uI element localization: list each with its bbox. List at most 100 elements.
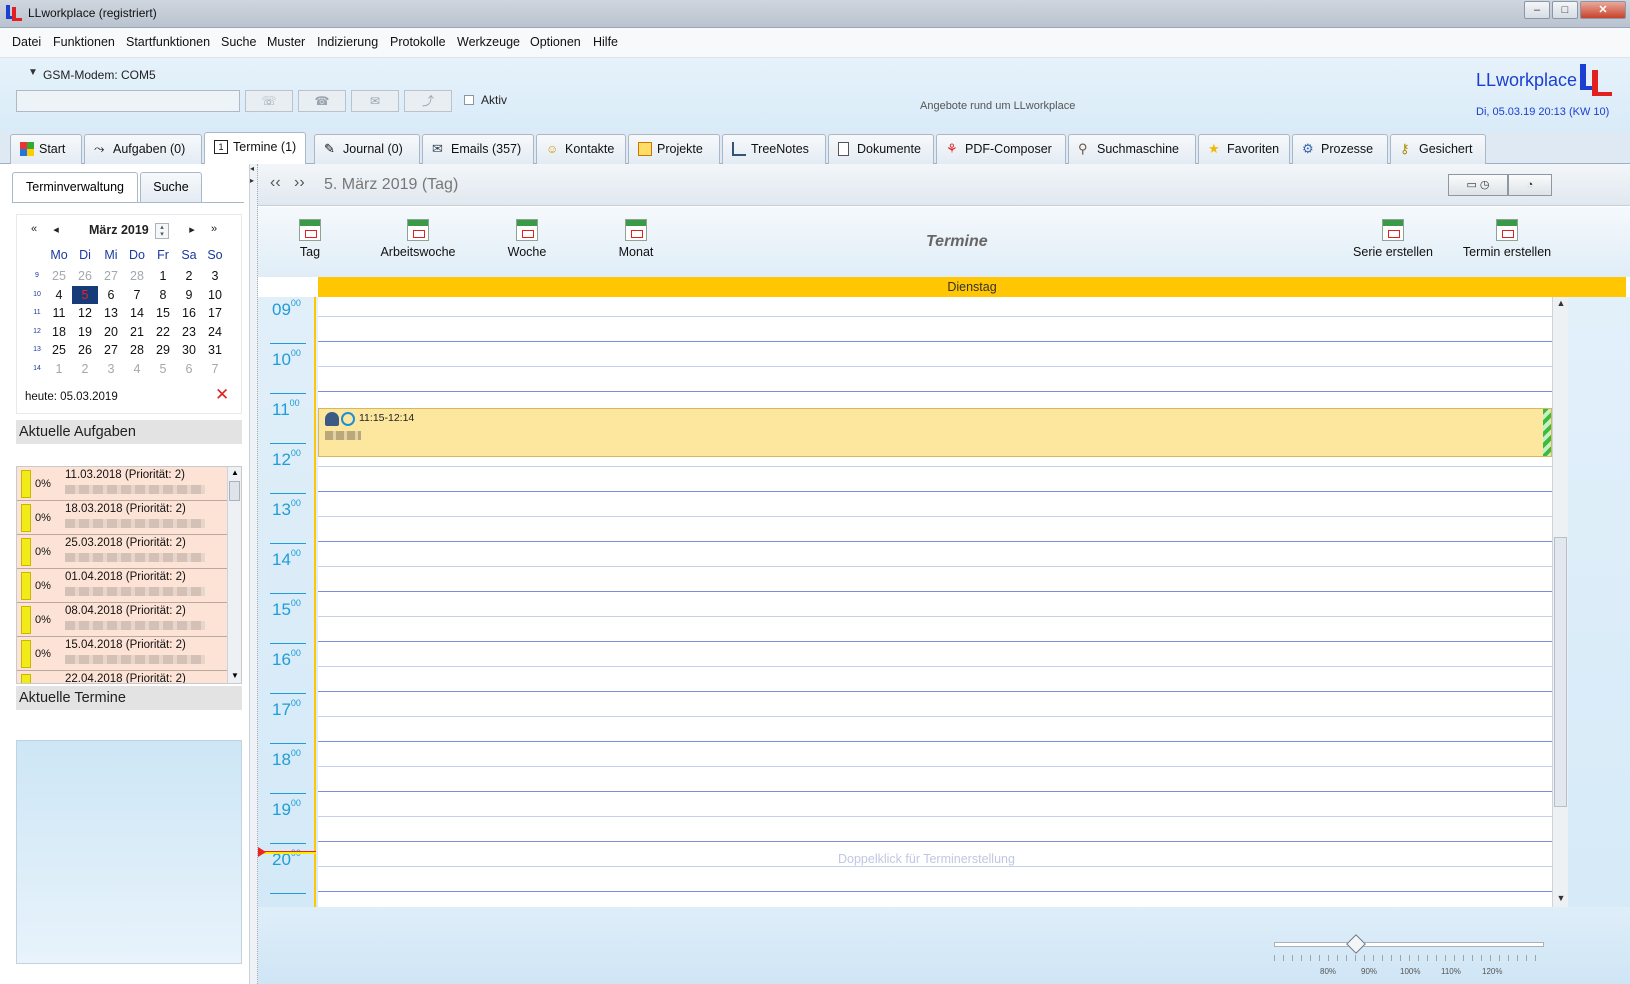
tab-emails[interactable]: ✉ Emails (357) bbox=[422, 134, 534, 164]
next-month-button[interactable]: ▸ bbox=[185, 223, 199, 236]
menu-startfunktionen[interactable]: Startfunktionen bbox=[126, 35, 210, 49]
menu-suche[interactable]: Suche bbox=[221, 35, 256, 49]
create-appointment-button[interactable]: Termin erstellen bbox=[1452, 219, 1562, 259]
calendar-day[interactable]: 8 bbox=[150, 286, 176, 304]
grid-scroll-thumb[interactable] bbox=[1554, 537, 1567, 807]
aktiv-checkbox[interactable] bbox=[464, 95, 474, 105]
menu-protokolle[interactable]: Protokolle bbox=[390, 35, 446, 49]
prev-month-button[interactable]: ◂ bbox=[49, 223, 63, 236]
task-row[interactable]: 0% 15.04.2018 (Priorität: 2) bbox=[17, 637, 227, 671]
week-number[interactable]: 12 bbox=[31, 328, 43, 335]
task-row[interactable]: 0% 18.03.2018 (Priorität: 2) bbox=[17, 501, 227, 535]
dial-button[interactable]: ☏ bbox=[245, 90, 293, 112]
hangup-button[interactable]: ☎ bbox=[298, 90, 346, 112]
calendar-day[interactable]: 19 bbox=[72, 323, 98, 341]
reminder-button[interactable]: ▭ ◷ bbox=[1448, 174, 1508, 196]
scroll-up-icon[interactable]: ▲ bbox=[1555, 298, 1567, 308]
calendar-day[interactable]: 6 bbox=[176, 360, 202, 378]
calendar-day[interactable]: 24 bbox=[202, 323, 228, 341]
calendar-day[interactable]: 5 bbox=[150, 360, 176, 378]
calendar-day[interactable]: 28 bbox=[124, 267, 150, 285]
calendar-day[interactable]: 12 bbox=[72, 304, 98, 322]
gsm-modem-label[interactable]: GSM-Modem: COM5 bbox=[43, 68, 156, 82]
tab-prozesse[interactable]: ⚙ Prozesse bbox=[1292, 134, 1388, 164]
calendar-day[interactable]: 30 bbox=[176, 341, 202, 359]
task-row[interactable]: 0% 08.04.2018 (Priorität: 2) bbox=[17, 603, 227, 637]
calendar-day[interactable]: 26 bbox=[72, 267, 98, 285]
tab-projekte[interactable]: Projekte bbox=[628, 134, 720, 164]
calendar-day[interactable]: 26 bbox=[72, 341, 98, 359]
calendar-day[interactable]: 3 bbox=[202, 267, 228, 285]
appointment-event[interactable]: 11:15-12:14 bbox=[318, 408, 1552, 457]
zoom-slider-thumb[interactable] bbox=[1346, 934, 1366, 954]
tagline-link[interactable]: Angebote rund um LLworkplace bbox=[920, 100, 1075, 112]
grid-scrollbar[interactable]: ▲ ▼ bbox=[1552, 297, 1568, 907]
calendar-day[interactable]: 7 bbox=[202, 360, 228, 378]
calendar-day[interactable]: 6 bbox=[98, 286, 124, 304]
history-button[interactable]: ◔ bbox=[1508, 174, 1552, 196]
week-number[interactable]: 13 bbox=[31, 346, 43, 353]
panel-splitter[interactable]: ◂ ▸ bbox=[250, 164, 258, 984]
calendar-day[interactable]: 20 bbox=[98, 323, 124, 341]
task-row[interactable]: 0% 22.04.2018 (Priorität: 2) bbox=[17, 671, 227, 683]
calendar-day[interactable]: 22 bbox=[150, 323, 176, 341]
task-row[interactable]: 0% 25.03.2018 (Priorität: 2) bbox=[17, 535, 227, 569]
expand-arrow-icon[interactable]: ▸ bbox=[250, 176, 254, 185]
close-button[interactable]: ✕ bbox=[1580, 1, 1626, 19]
menu-muster[interactable]: Muster bbox=[267, 35, 305, 49]
calendar-day[interactable]: 7 bbox=[124, 286, 150, 304]
menu-hilfe[interactable]: Hilfe bbox=[593, 35, 618, 49]
calendar-day[interactable]: 15 bbox=[150, 304, 176, 322]
next-day-icon[interactable]: ›› bbox=[294, 174, 305, 192]
phone-number-input[interactable] bbox=[16, 90, 240, 112]
collapse-arrow-icon[interactable]: ◂ bbox=[250, 164, 254, 173]
tab-termine[interactable]: 1 Termine (1) bbox=[204, 132, 306, 165]
maximize-button[interactable]: □ bbox=[1552, 1, 1578, 19]
today-label[interactable]: heute: 05.03.2019 bbox=[25, 391, 118, 403]
week-number[interactable]: 14 bbox=[31, 365, 43, 372]
calendar-day[interactable]: 18 bbox=[46, 323, 72, 341]
chevron-down-icon[interactable]: ▼ bbox=[28, 67, 38, 78]
calendar-day[interactable]: 2 bbox=[72, 360, 98, 378]
tab-journal[interactable]: ✎ Journal (0) bbox=[314, 134, 420, 164]
calendar-day[interactable]: 13 bbox=[98, 304, 124, 322]
menu-werkzeuge[interactable]: Werkzeuge bbox=[457, 35, 520, 49]
tab-kontakte[interactable]: ☺ Kontakte bbox=[536, 134, 626, 164]
scroll-down-icon[interactable]: ▼ bbox=[1555, 893, 1567, 903]
task-row[interactable]: 0% 11.03.2018 (Priorität: 2) bbox=[17, 467, 227, 501]
calendar-day[interactable]: 23 bbox=[176, 323, 202, 341]
calendar-day[interactable]: 25 bbox=[46, 267, 72, 285]
view-month-button[interactable]: Monat bbox=[591, 219, 681, 259]
view-day-button[interactable]: Tag bbox=[265, 219, 355, 259]
day-column-header[interactable]: Dienstag bbox=[318, 277, 1626, 297]
month-spinner[interactable]: ▴ ▾ bbox=[155, 223, 169, 239]
calendar-day[interactable]: 11 bbox=[46, 304, 72, 322]
calendar-day[interactable]: 27 bbox=[98, 267, 124, 285]
calendar-day[interactable]: 29 bbox=[150, 341, 176, 359]
calendar-day[interactable]: 1 bbox=[150, 267, 176, 285]
menu-datei[interactable]: Datei bbox=[12, 35, 41, 49]
task-row[interactable]: 0% 01.04.2018 (Priorität: 2) bbox=[17, 569, 227, 603]
menu-indizierung[interactable]: Indizierung bbox=[317, 35, 378, 49]
tab-aufgaben[interactable]: ⤳ Aufgaben (0) bbox=[84, 134, 202, 164]
create-series-button[interactable]: Serie erstellen bbox=[1338, 219, 1448, 259]
calendar-day[interactable]: 27 bbox=[98, 341, 124, 359]
calendar-day[interactable]: 10 bbox=[202, 286, 228, 304]
fax-button[interactable]: ⤴ bbox=[404, 90, 452, 112]
calendar-day[interactable]: 1 bbox=[46, 360, 72, 378]
sms-button[interactable]: ✉ bbox=[351, 90, 399, 112]
calendar-day[interactable]: 14 bbox=[124, 304, 150, 322]
menu-optionen[interactable]: Optionen bbox=[530, 35, 581, 49]
scroll-down-icon[interactable]: ▼ bbox=[231, 671, 239, 680]
calendar-day[interactable]: 5 bbox=[72, 285, 98, 304]
prev-day-icon[interactable]: ‹‹ bbox=[270, 174, 281, 192]
day-cells[interactable] bbox=[318, 297, 1552, 907]
calendar-day[interactable]: 16 bbox=[176, 304, 202, 322]
tab-gesichert[interactable]: ⚷ Gesichert bbox=[1390, 134, 1486, 164]
week-number[interactable]: 9 bbox=[31, 272, 43, 279]
next-year-button[interactable]: » bbox=[207, 223, 221, 235]
calendar-day[interactable]: 4 bbox=[46, 286, 72, 304]
prev-year-button[interactable]: « bbox=[27, 223, 41, 235]
menu-funktionen[interactable]: Funktionen bbox=[53, 35, 115, 49]
calendar-day[interactable]: 28 bbox=[124, 341, 150, 359]
